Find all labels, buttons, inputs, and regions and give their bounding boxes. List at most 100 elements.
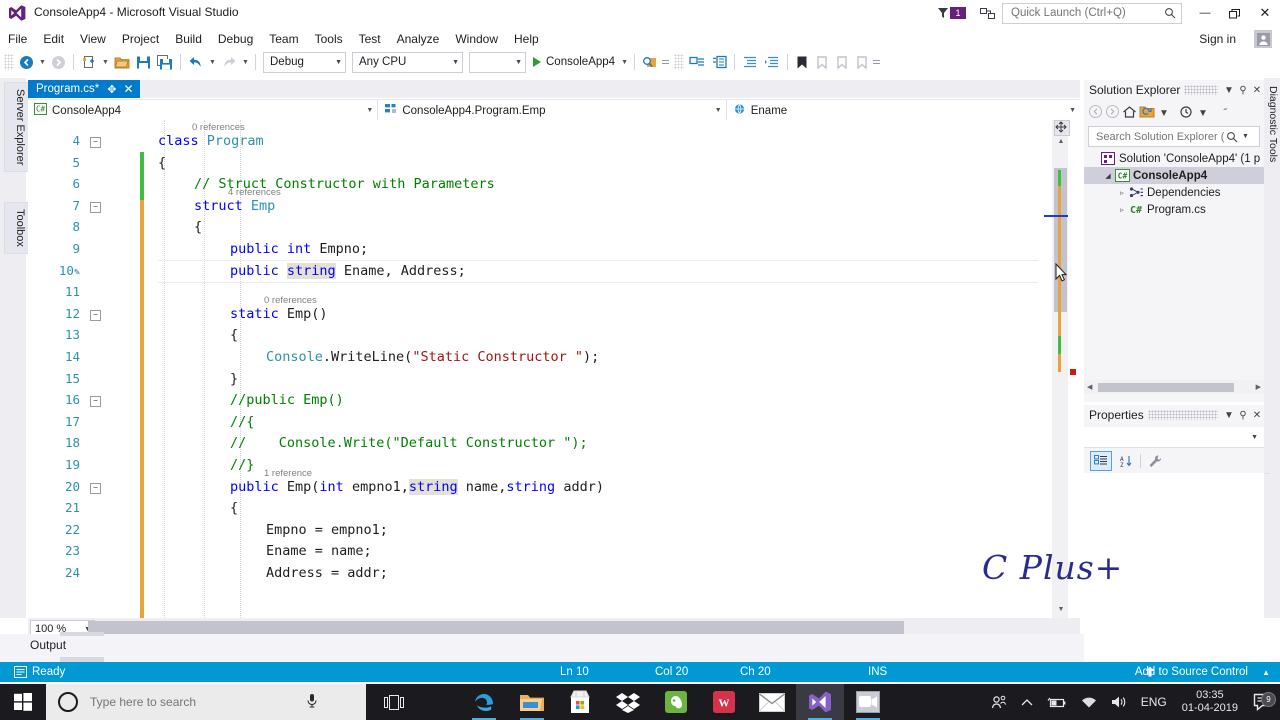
increase-indent-button[interactable] bbox=[761, 51, 783, 73]
code-line[interactable]: Console.WriteLine("Static Constructor ")… bbox=[158, 349, 599, 365]
quick-launch-extra-icon[interactable] bbox=[972, 0, 1002, 26]
nav-member-dropdown[interactable]: Ename ▼ bbox=[727, 100, 1080, 121]
categorized-icon[interactable] bbox=[1090, 451, 1112, 471]
sidebar-tab-diagnostic-tools[interactable]: Diagnostic Tools bbox=[1263, 82, 1280, 166]
code-line[interactable]: struct Emp bbox=[158, 198, 275, 214]
code-line[interactable]: //{ bbox=[158, 414, 254, 430]
toolbar-grip-2[interactable] bbox=[674, 54, 685, 70]
tree-item[interactable]: ▹ Dependencies bbox=[1084, 184, 1264, 201]
quick-launch-box[interactable] bbox=[1002, 2, 1182, 24]
toolbar-grip[interactable] bbox=[4, 54, 14, 70]
forward-icon[interactable] bbox=[1105, 104, 1120, 122]
codelens-references[interactable]: 4 references bbox=[228, 187, 281, 198]
toggle-bookmark-button[interactable] bbox=[792, 51, 812, 73]
menu-item-project[interactable]: Project bbox=[114, 30, 167, 48]
pin-icon[interactable]: ✥ bbox=[107, 83, 116, 96]
quick-launch-input[interactable] bbox=[1009, 6, 1163, 20]
code-line[interactable]: Ename = name; bbox=[158, 543, 372, 559]
code-editor[interactable]: 4 5 6 7 8 9 10✎ 11 12 13 14 15 16 17 18 19 20 21 22 23 24 − −… bbox=[28, 120, 1040, 618]
collapse-toggle-icon[interactable]: − bbox=[90, 201, 101, 213]
code-line[interactable]: public Emp(int empno1,string name,string… bbox=[158, 478, 604, 495]
screen-recorder-icon[interactable] bbox=[844, 684, 892, 720]
solution-configuration-combo[interactable]: Debug ▼ bbox=[263, 51, 346, 73]
menu-item-test[interactable]: Test bbox=[351, 30, 389, 48]
menu-item-debug[interactable]: Debug bbox=[210, 30, 261, 48]
language-indicator[interactable]: ENG bbox=[1134, 695, 1174, 709]
code-line[interactable]: // Console.Write("Default Constructor ")… bbox=[158, 435, 588, 451]
code-line[interactable]: static Emp() bbox=[158, 306, 328, 322]
comment-selection-button[interactable] bbox=[686, 51, 708, 73]
sidebar-tab-server-explorer[interactable]: Server Explorer bbox=[4, 82, 29, 173]
menu-item-view[interactable]: View bbox=[72, 30, 114, 48]
minimize-button[interactable]: — bbox=[1190, 0, 1220, 26]
codelens-references[interactable]: 1 reference bbox=[264, 468, 312, 479]
code-text[interactable]: 0 references class Program{// Struct Cons… bbox=[158, 120, 1038, 618]
code-line[interactable]: } bbox=[158, 371, 238, 387]
collapse-toggle-icon[interactable]: − bbox=[90, 396, 101, 408]
tree-item[interactable]: Solution 'ConsoleApp4' (1 p bbox=[1084, 150, 1264, 167]
property-pages-icon[interactable] bbox=[1145, 452, 1165, 470]
close-icon[interactable]: ✕ bbox=[1250, 410, 1264, 421]
navigate-back-dropdown[interactable]: ▼ bbox=[37, 51, 48, 73]
dropbox-icon[interactable] bbox=[604, 684, 652, 720]
search-options-icon[interactable]: ▼ bbox=[1242, 133, 1249, 140]
code-line[interactable]: { bbox=[158, 500, 238, 516]
menu-item-build[interactable]: Build bbox=[167, 30, 210, 48]
menu-item-help[interactable]: Help bbox=[506, 30, 547, 48]
save-all-button[interactable] bbox=[154, 51, 176, 73]
taskbar-search-input[interactable] bbox=[88, 694, 302, 710]
code-line[interactable]: { bbox=[158, 219, 202, 235]
undo-button[interactable] bbox=[185, 51, 207, 73]
navigate-forward-button[interactable] bbox=[48, 51, 69, 73]
editor-horizontal-scroll-thumb[interactable] bbox=[88, 621, 904, 635]
wifi-icon[interactable] bbox=[1074, 696, 1104, 709]
close-button[interactable]: ✕ bbox=[1250, 0, 1280, 26]
alphabetical-icon[interactable]: A Z bbox=[1116, 452, 1136, 470]
account-avatar-icon[interactable] bbox=[1254, 30, 1272, 48]
pin-icon[interactable]: ⚲ bbox=[1236, 410, 1250, 421]
solution-explorer-hscrollbar[interactable]: ◀ ▶ bbox=[1084, 380, 1264, 394]
overflow-icon[interactable]: ˝ bbox=[1218, 108, 1232, 119]
visual-studio-icon[interactable] bbox=[796, 684, 844, 720]
solution-explorer-search-input[interactable] bbox=[1094, 129, 1226, 144]
properties-object-combo[interactable]: ▼ bbox=[1084, 427, 1264, 448]
tree-expander-icon[interactable]: ▹ bbox=[1116, 206, 1128, 214]
decrease-indent-button[interactable] bbox=[739, 51, 761, 73]
code-line[interactable]: public int Empno; bbox=[158, 241, 368, 257]
restore-button[interactable] bbox=[1220, 0, 1250, 26]
editor-split-handle[interactable] bbox=[1054, 120, 1070, 136]
sign-in-link[interactable]: Sign in bbox=[1199, 32, 1236, 46]
panel-drag-dots[interactable] bbox=[1184, 85, 1218, 95]
previous-bookmark-button[interactable] bbox=[812, 51, 832, 73]
scroll-left-arrow[interactable]: ◀ bbox=[1087, 383, 1092, 391]
unnamed-combo[interactable]: ▼ bbox=[469, 51, 526, 73]
collapse-toggle-icon[interactable]: − bbox=[90, 137, 101, 148]
code-line[interactable]: Empno = empno1; bbox=[158, 522, 388, 538]
mail-icon[interactable] bbox=[748, 684, 796, 720]
tree-expander-icon[interactable]: ▹ bbox=[1116, 189, 1128, 197]
output-panel-label[interactable]: Output bbox=[30, 638, 66, 652]
task-view-icon[interactable] bbox=[370, 684, 418, 720]
solution-explorer-scroll-thumb[interactable] bbox=[1098, 382, 1234, 392]
nav-type-dropdown[interactable]: ConsoleApp4.Program.Emp ▼ bbox=[378, 100, 727, 121]
panel-menu-icon[interactable]: ▼ bbox=[1222, 410, 1236, 421]
solution-explorer-search[interactable]: ▼ bbox=[1088, 126, 1260, 147]
next-bookmark-button[interactable] bbox=[832, 51, 852, 73]
scroll-up-arrow[interactable]: ▲ bbox=[1055, 136, 1067, 148]
pending-changes-dropdown-icon[interactable]: ▼ bbox=[1196, 108, 1210, 119]
people-icon[interactable] bbox=[984, 695, 1014, 710]
tree-item[interactable]: ▹ C# Program.cs bbox=[1084, 201, 1264, 218]
start-debugging-button[interactable]: ConsoleApp4 bbox=[529, 51, 619, 73]
home-icon[interactable] bbox=[1122, 105, 1137, 122]
microphone-icon[interactable] bbox=[306, 693, 318, 712]
microsoft-store-icon[interactable] bbox=[556, 684, 604, 720]
codelens-references[interactable]: 0 references bbox=[192, 122, 245, 133]
open-file-button[interactable] bbox=[111, 51, 133, 73]
solution-platform-combo[interactable]: Any CPU ▼ bbox=[352, 51, 463, 73]
menu-item-analyze[interactable]: Analyze bbox=[389, 30, 448, 48]
find-in-files-button[interactable] bbox=[639, 51, 661, 73]
code-line[interactable]: Address = addr; bbox=[158, 565, 388, 581]
start-button-icon[interactable] bbox=[0, 684, 46, 720]
code-line[interactable]: //} bbox=[158, 457, 254, 473]
uncomment-selection-button[interactable] bbox=[708, 51, 730, 73]
